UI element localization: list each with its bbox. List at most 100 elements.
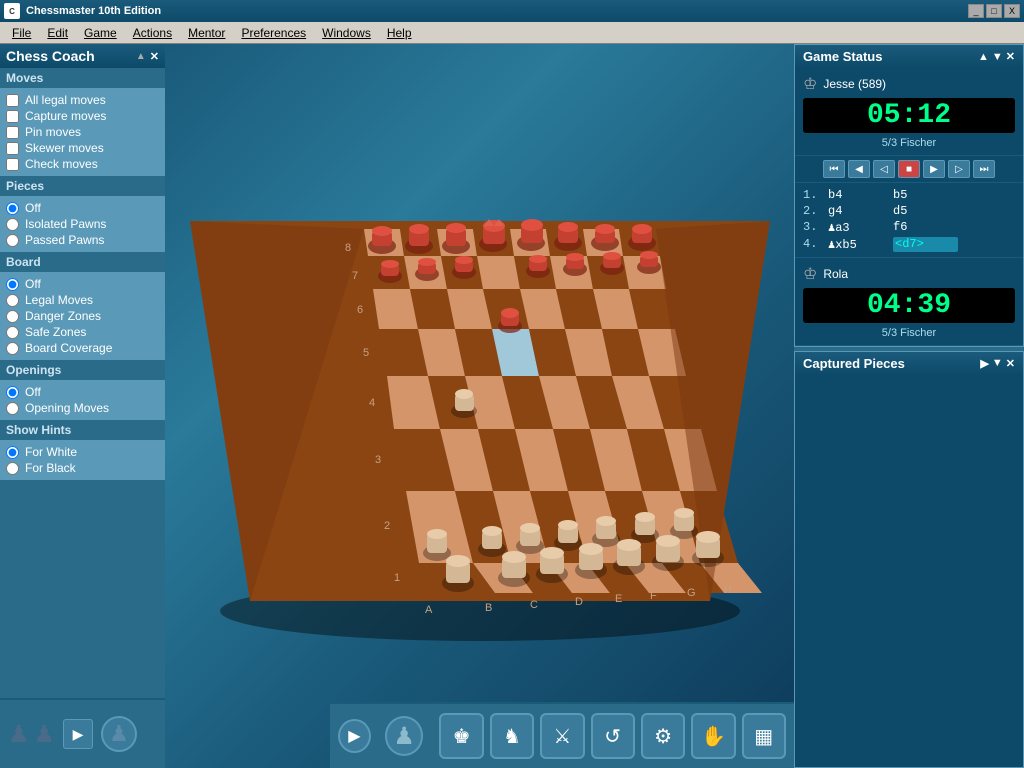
chess-coach-close[interactable]: ✕	[150, 50, 159, 63]
menu-mentor[interactable]: Mentor	[180, 24, 233, 42]
toolbar-btn-hand[interactable]: ✋	[691, 713, 735, 759]
game-status-min[interactable]: ▼	[992, 51, 1003, 63]
svg-text:E: E	[615, 593, 622, 605]
chess-board-svg: 8 7 6 5 4 3 2 1 A B C D E F G H	[190, 121, 770, 651]
board-section-header: Board	[0, 252, 165, 272]
game-status-panel: Game Status ▲ ▼ ✕ ♔ Jesse (589) 05:12 5/…	[794, 44, 1024, 347]
moves-section: Moves All legal moves Capture moves Pin …	[0, 68, 165, 176]
radio-passed-pawns[interactable]: Passed Pawns	[6, 232, 159, 248]
board-section-body: Off Legal Moves Danger Zones Safe Zones …	[0, 272, 165, 360]
radio-board-off[interactable]: Off	[6, 276, 159, 292]
radio-pieces-off[interactable]: Off	[6, 200, 159, 216]
btn-prev-fast[interactable]: ◁	[873, 160, 895, 178]
captured-close[interactable]: ✕	[1006, 357, 1015, 370]
nav-play-button[interactable]: ▶	[338, 719, 371, 753]
radio-board-coverage[interactable]: Board Coverage	[6, 340, 159, 356]
left-bottom: ♟ ♟ ▶ ♟	[0, 698, 165, 768]
pawn-icon-light: ♟	[34, 720, 56, 749]
menu-file[interactable]: File	[4, 24, 39, 42]
check-all-legal-moves[interactable]: All legal moves	[6, 92, 159, 108]
toolbar-btn-analysis[interactable]: ⚙	[641, 713, 685, 759]
btn-prev-move[interactable]: ◀	[848, 160, 870, 178]
btn-first-move[interactable]: ⏮	[823, 160, 845, 178]
king-icon: ♚	[453, 724, 471, 749]
svg-text:7: 7	[352, 270, 358, 282]
show-hints-section: Show Hints For White For Black	[0, 420, 165, 480]
toolbar-btn-attack[interactable]: ⚔	[540, 713, 584, 759]
game-status-controls: ▲ ▼ ✕	[978, 50, 1015, 63]
radio-isolated-pawns[interactable]: Isolated Pawns	[6, 216, 159, 232]
captured-expand[interactable]: ▶	[980, 357, 988, 370]
captured-header: Captured Pieces ▶ ▼ ✕	[795, 352, 1023, 375]
chess-coach-collapse[interactable]: ▲	[136, 51, 146, 62]
move-history: 1. b4 b5 2. g4 d5 3. ♟a3 f6 4. ♟xb5	[795, 183, 1023, 257]
btn-next-move[interactable]: ▶	[923, 160, 945, 178]
check-capture-moves[interactable]: Capture moves	[6, 108, 159, 124]
menu-preferences[interactable]: Preferences	[233, 24, 314, 42]
radio-opening-moves[interactable]: Opening Moves	[6, 400, 159, 416]
player2-section: ♔ Rola 04:39 5/3 Fischer	[795, 257, 1023, 346]
svg-text:3: 3	[375, 454, 381, 466]
player1-king-icon: ♔	[803, 74, 817, 94]
board-container: 8 7 6 5 4 3 2 1 A B C D E F G H	[175, 74, 784, 698]
chess-coach-header: Chess Coach ▲ ✕	[0, 44, 165, 68]
coach-icon: ♟	[393, 722, 415, 751]
move-row-2: 2. g4 d5	[803, 203, 1015, 219]
hand-icon: ✋	[701, 724, 726, 749]
main-layout: Chess Coach ▲ ✕ Moves All legal moves Ca…	[0, 44, 1024, 768]
minimize-button[interactable]: _	[968, 4, 984, 18]
toolbar-btn-king[interactable]: ♚	[439, 713, 483, 759]
captured-min[interactable]: ▼	[992, 357, 1003, 370]
pawn-icons: ♟ ♟	[8, 720, 55, 749]
svg-text:D: D	[575, 596, 583, 608]
game-status-title: Game Status	[803, 49, 882, 64]
svg-text:2: 2	[384, 520, 390, 532]
btn-next-fast[interactable]: ▷	[948, 160, 970, 178]
svg-text:5: 5	[363, 347, 369, 359]
svg-text:1: 1	[394, 572, 400, 584]
check-check-moves[interactable]: Check moves	[6, 156, 159, 172]
toolbar-btn-moves[interactable]: ↺	[591, 713, 635, 759]
pawn-icon-dark: ♟	[8, 720, 30, 749]
radio-openings-off[interactable]: Off	[6, 384, 159, 400]
settings-pawn-icon: ♟	[109, 721, 129, 747]
move-controls: ⏮ ◀ ◁ ■ ▶ ▷ ⏭	[795, 156, 1023, 183]
pieces-icon: ♞	[503, 724, 521, 749]
game-status-arrow[interactable]: ▲	[978, 51, 989, 63]
svg-text:G: G	[687, 587, 696, 599]
menu-windows[interactable]: Windows	[314, 24, 379, 42]
play-icon: ▶	[348, 726, 360, 746]
title-text: Chessmaster 10th Edition	[26, 5, 161, 17]
radio-legal-moves[interactable]: Legal Moves	[6, 292, 159, 308]
radio-for-black[interactable]: For Black	[6, 460, 159, 476]
move-row-3: 3. ♟a3 f6	[803, 219, 1015, 236]
coach-pawn-button[interactable]: ♟	[385, 716, 424, 756]
menu-help[interactable]: Help	[379, 24, 420, 42]
menu-game[interactable]: Game	[76, 24, 125, 42]
captured-pieces-panel: Captured Pieces ▶ ▼ ✕	[794, 351, 1024, 768]
radio-safe-zones[interactable]: Safe Zones	[6, 324, 159, 340]
radio-for-white[interactable]: For White	[6, 444, 159, 460]
maximize-button[interactable]: □	[986, 4, 1002, 18]
btn-last-move[interactable]: ⏭	[973, 160, 995, 178]
game-status-close[interactable]: ✕	[1006, 50, 1015, 63]
menu-edit[interactable]: Edit	[39, 24, 76, 42]
radio-danger-zones[interactable]: Danger Zones	[6, 308, 159, 324]
svg-text:4: 4	[369, 397, 375, 409]
svg-text:F: F	[650, 590, 657, 602]
check-skewer-moves[interactable]: Skewer moves	[6, 140, 159, 156]
close-window-button[interactable]: X	[1004, 4, 1020, 18]
moves-section-header: Moves	[0, 68, 165, 88]
btn-stop[interactable]: ■	[898, 160, 920, 178]
menu-actions[interactable]: Actions	[125, 24, 180, 42]
settings-button[interactable]: ♟	[101, 716, 137, 752]
captured-body	[795, 375, 1023, 435]
check-pin-moves[interactable]: Pin moves	[6, 124, 159, 140]
toolbar-btn-board[interactable]: ▦	[742, 713, 786, 759]
analysis-icon: ⚙	[654, 724, 672, 749]
player2-rating: 5/3 Fischer	[803, 327, 1015, 339]
player2-king-icon: ♔	[803, 264, 817, 284]
toolbar-btn-pieces[interactable]: ♞	[490, 713, 534, 759]
nav-play-button[interactable]: ▶	[63, 719, 93, 749]
svg-text:B: B	[485, 602, 492, 614]
